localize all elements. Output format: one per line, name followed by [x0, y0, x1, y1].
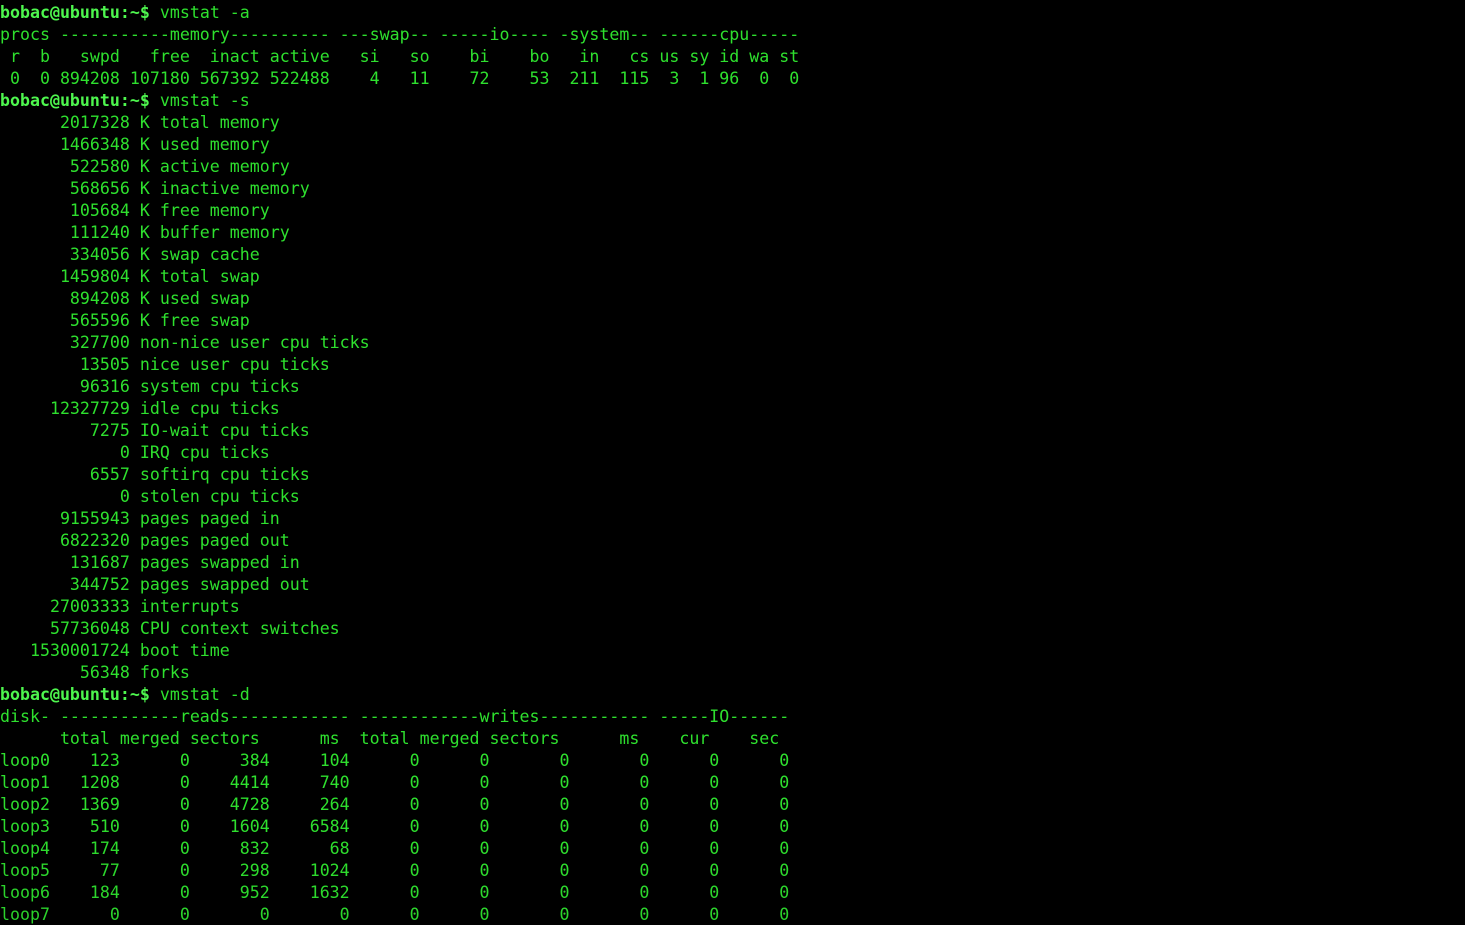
vmstat-a-column-header: r b swpd free inact active si so bi bo i…	[0, 47, 800, 66]
terminal-window[interactable]: bobac@ubuntu:~$ vmstat -a procs --------…	[0, 0, 1465, 925]
vmstat-s-line: 9155943 pages paged in	[0, 509, 280, 528]
vmstat-s-line: 568656 K inactive memory	[0, 179, 310, 198]
vmstat-s-line: 57736048 CPU context switches	[0, 619, 340, 638]
prompt-line-vmstat-s: bobac@ubuntu:~$ vmstat -s	[0, 90, 1465, 112]
disk-row-loop0: loop0 123 0 384 104 0 0 0 0 0 0	[0, 751, 790, 770]
vmstat-s-line: 56348 forks	[0, 663, 190, 682]
vmstat-s-line: 334056 K swap cache	[0, 245, 260, 264]
command-text-vmstat-d: vmstat -d	[149, 685, 250, 704]
prompt-line-vmstat-a: bobac@ubuntu:~$ vmstat -a	[0, 2, 1465, 24]
prompt-path: :~$	[119, 685, 150, 704]
disk-row-loop1: loop1 1208 0 4414 740 0 0 0 0 0 0	[0, 773, 790, 792]
prompt-user: bobac@ubuntu	[0, 685, 120, 704]
prompt-user: bobac@ubuntu	[0, 91, 120, 110]
prompt-line-vmstat-d: bobac@ubuntu:~$ vmstat -d	[0, 684, 1465, 706]
vmstat-s-line: 0 stolen cpu ticks	[0, 487, 300, 506]
vmstat-s-line: 565596 K free swap	[0, 311, 250, 330]
vmstat-s-line: 6822320 pages paged out	[0, 531, 290, 550]
vmstat-s-line: 1466348 K used memory	[0, 135, 270, 154]
vmstat-s-line: 105684 K free memory	[0, 201, 270, 220]
vmstat-s-line: 2017328 K total memory	[0, 113, 280, 132]
vmstat-a-group-header: procs -----------memory---------- ---swa…	[0, 25, 800, 44]
vmstat-s-line: 13505 nice user cpu ticks	[0, 355, 330, 374]
vmstat-s-line: 0 IRQ cpu ticks	[0, 443, 270, 462]
disk-row-loop7: loop7 0 0 0 0 0 0 0 0 0 0	[0, 905, 790, 924]
vmstat-d-column-header: total merged sectors ms total merged sec…	[0, 729, 780, 748]
disk-row-loop6: loop6 184 0 952 1632 0 0 0 0 0 0	[0, 883, 790, 902]
vmstat-s-line: 1459804 K total swap	[0, 267, 260, 286]
vmstat-s-line: 12327729 idle cpu ticks	[0, 399, 280, 418]
command-text-vmstat-a: vmstat -a	[149, 3, 250, 22]
vmstat-s-line: 522580 K active memory	[0, 157, 290, 176]
vmstat-s-line: 111240 K buffer memory	[0, 223, 290, 242]
disk-row-loop4: loop4 174 0 832 68 0 0 0 0 0 0	[0, 839, 790, 858]
disk-row-loop5: loop5 77 0 298 1024 0 0 0 0 0 0	[0, 861, 790, 880]
vmstat-s-line: 1530001724 boot time	[0, 641, 230, 660]
prompt-path: :~$	[119, 91, 150, 110]
vmstat-s-line: 327700 non-nice user cpu ticks	[0, 333, 370, 352]
vmstat-a-data-row: 0 0 894208 107180 567392 522488 4 11 72 …	[0, 69, 800, 88]
disk-row-loop2: loop2 1369 0 4728 264 0 0 0 0 0 0	[0, 795, 790, 814]
vmstat-s-line: 6557 softirq cpu ticks	[0, 465, 310, 484]
vmstat-s-line: 344752 pages swapped out	[0, 575, 310, 594]
vmstat-s-line: 27003333 interrupts	[0, 597, 240, 616]
vmstat-s-line: 96316 system cpu ticks	[0, 377, 300, 396]
vmstat-s-line: 894208 K used swap	[0, 289, 250, 308]
vmstat-s-line: 7275 IO-wait cpu ticks	[0, 421, 310, 440]
vmstat-s-line: 131687 pages swapped in	[0, 553, 300, 572]
disk-row-loop3: loop3 510 0 1604 6584 0 0 0 0 0 0	[0, 817, 790, 836]
command-text-vmstat-s: vmstat -s	[149, 91, 250, 110]
vmstat-d-group-header: disk- ------------reads------------ ----…	[0, 707, 790, 726]
terminal-screen[interactable]: bobac@ubuntu:~$ vmstat -a procs --------…	[0, 2, 1465, 925]
prompt-path: :~$	[119, 3, 150, 22]
prompt-user: bobac@ubuntu	[0, 3, 120, 22]
